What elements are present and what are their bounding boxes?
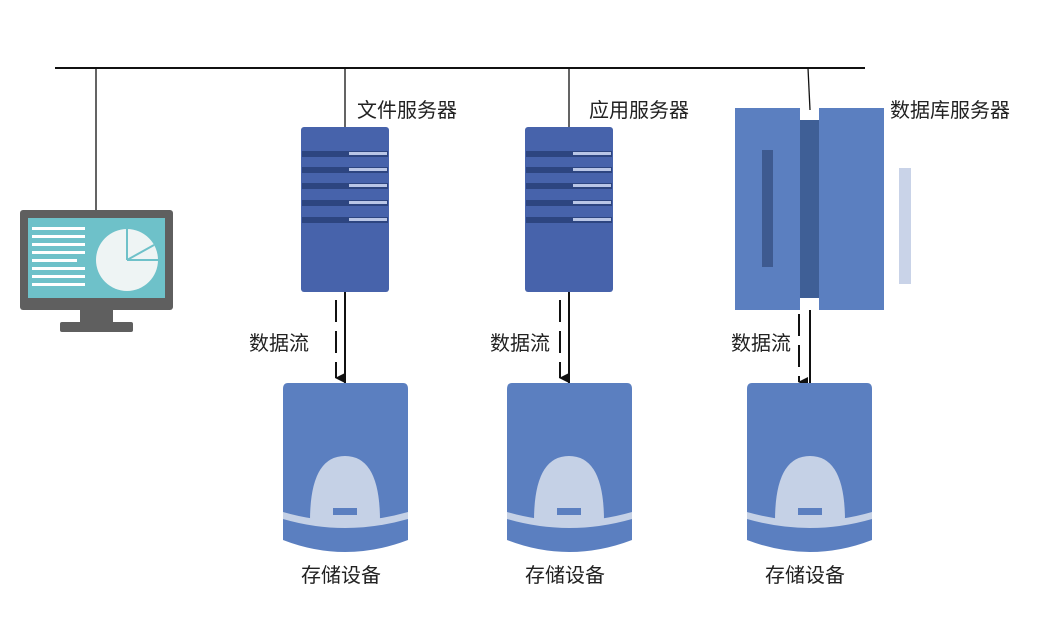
rack-server-icon: [525, 127, 613, 292]
storage-label: 存储设备: [301, 563, 381, 587]
data-flow-2: 数据流: [490, 292, 570, 384]
db-server-connector: [807, 67, 811, 111]
app-server-label: 应用服务器: [589, 98, 689, 122]
storage-device-icon: [507, 383, 632, 552]
file-server: 文件服务器: [301, 98, 457, 292]
storage-label: 存储设备: [525, 563, 605, 587]
rack-server-icon: [301, 127, 389, 292]
storage-device-2: 存储设备: [507, 383, 632, 587]
db-server: 数据库服务器: [735, 98, 1010, 310]
storage-device-icon: [747, 383, 872, 552]
network-diagram: 文件服务器 应用服务器 数据库服务器 数据流 数据流 数据流 存储设备 存储设备…: [20, 67, 1010, 587]
storage-device-1: 存储设备: [283, 383, 408, 587]
pie-chart-icon: [96, 229, 158, 291]
storage-label: 存储设备: [765, 563, 845, 587]
data-flow-label: 数据流: [731, 331, 791, 355]
database-server-icon: [735, 108, 911, 310]
data-flow-label: 数据流: [249, 331, 309, 355]
data-flow-label: 数据流: [490, 331, 550, 355]
db-server-label: 数据库服务器: [890, 98, 1010, 122]
data-flow-1: 数据流: [249, 292, 346, 384]
monitor-icon: [20, 210, 173, 332]
data-flow-3: 数据流: [731, 310, 811, 387]
storage-device-3: 存储设备: [747, 383, 872, 587]
file-server-label: 文件服务器: [357, 98, 457, 122]
app-server: 应用服务器: [525, 98, 689, 292]
storage-device-icon: [283, 383, 408, 552]
